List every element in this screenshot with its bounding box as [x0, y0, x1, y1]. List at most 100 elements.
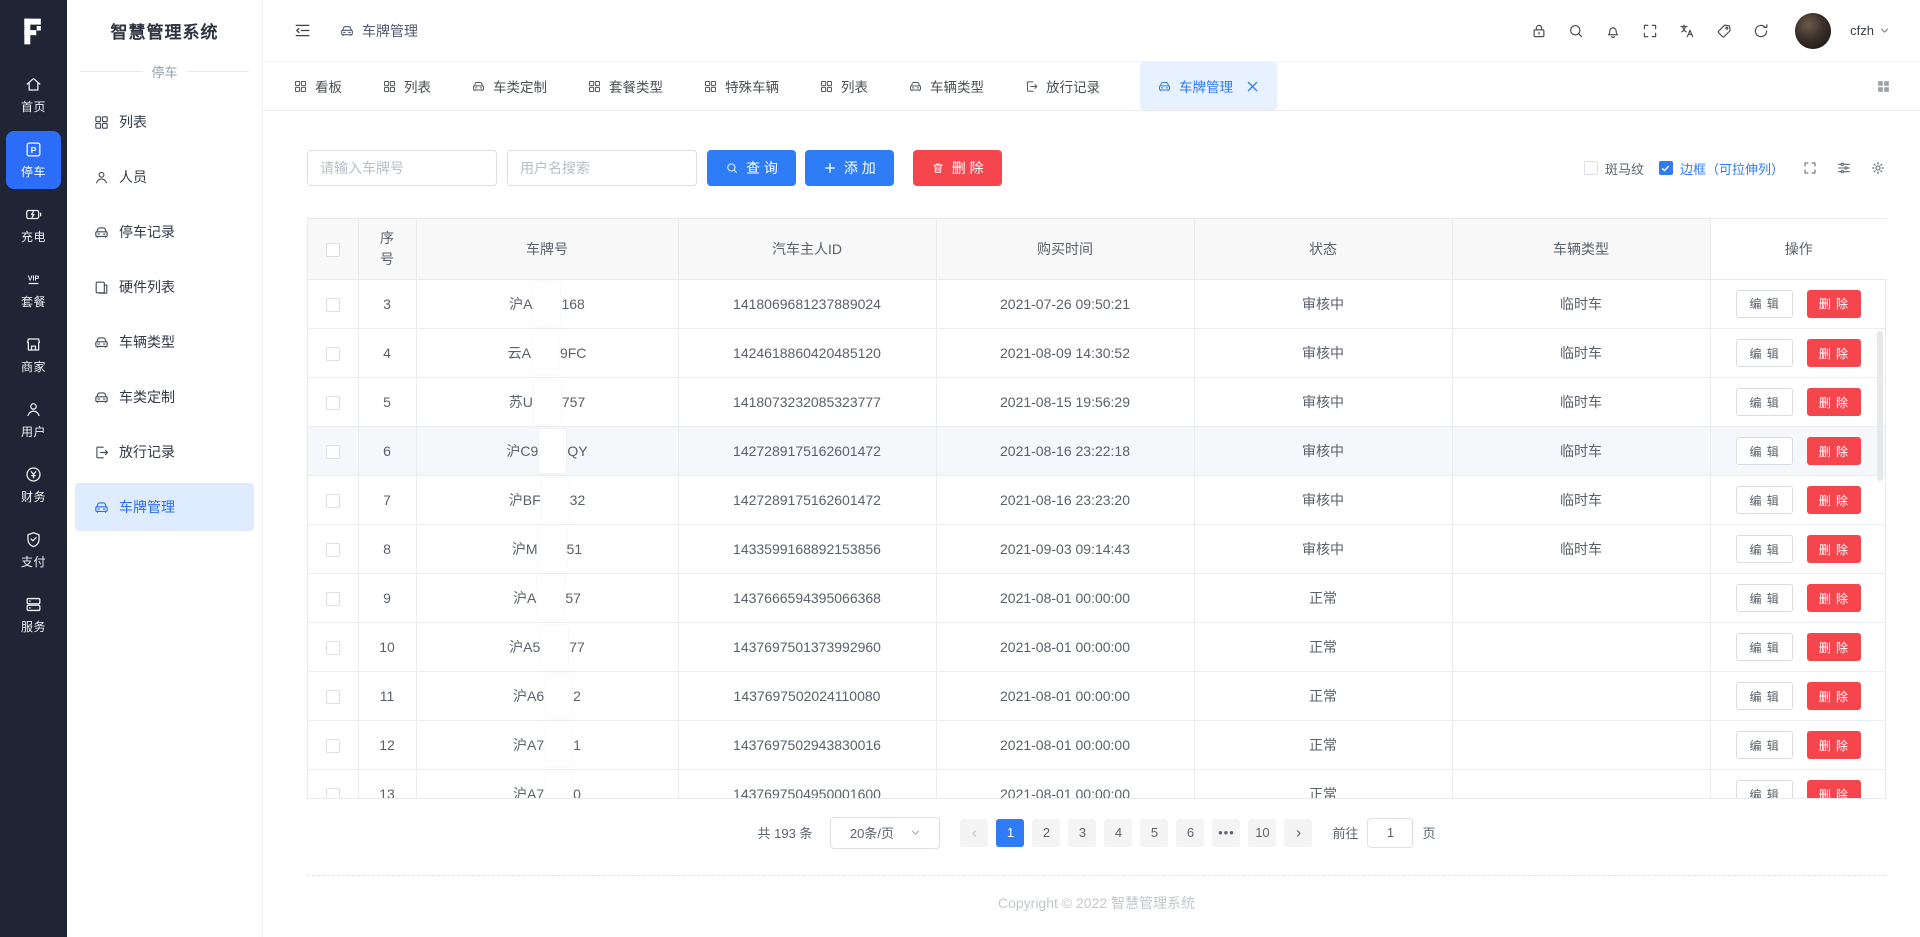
rail-item-pay[interactable]: 支付: [6, 521, 61, 579]
rail-item-home[interactable]: 首页: [6, 66, 61, 124]
sidebar-item-5[interactable]: 车辆类型: [75, 318, 254, 366]
column-settings-button[interactable]: [1836, 160, 1852, 176]
search-icon[interactable]: [1567, 22, 1585, 40]
row-checkbox[interactable]: [326, 298, 340, 312]
rail-item-service[interactable]: 服务: [6, 586, 61, 644]
delete-row-button[interactable]: 删 除: [1807, 584, 1861, 612]
next-page-button[interactable]: [1284, 819, 1312, 847]
sidebar-collapse-button[interactable]: [293, 21, 312, 40]
row-checkbox[interactable]: [326, 739, 340, 753]
delete-row-button[interactable]: 删 除: [1807, 339, 1861, 367]
edit-button[interactable]: 编 辑: [1736, 731, 1792, 759]
table-scrollbar[interactable]: [1877, 331, 1883, 481]
close-tab-icon[interactable]: [1245, 79, 1260, 94]
edit-button[interactable]: 编 辑: [1736, 486, 1792, 514]
sidebar-item-8[interactable]: 车牌管理: [75, 483, 254, 531]
delete-row-button[interactable]: 删 除: [1807, 535, 1861, 563]
delete-row-button[interactable]: 删 除: [1807, 682, 1861, 710]
sidebar-item-7[interactable]: 放行记录: [75, 428, 254, 476]
page-size-select[interactable]: 20条/页: [830, 817, 940, 849]
page-button-4[interactable]: 4: [1104, 819, 1132, 847]
row-checkbox[interactable]: [326, 494, 340, 508]
grid-icon: [382, 79, 397, 94]
edit-button[interactable]: 编 辑: [1736, 682, 1792, 710]
row-checkbox[interactable]: [326, 396, 340, 410]
page-button-5[interactable]: 5: [1140, 819, 1168, 847]
sidebar-item-4[interactable]: 硬件列表: [75, 263, 254, 311]
tab-9[interactable]: 车牌管理: [1140, 62, 1277, 110]
rail-item-person[interactable]: 用户: [6, 391, 61, 449]
more-pages-button[interactable]: •••: [1212, 819, 1240, 847]
rail-item-finance[interactable]: 财务: [6, 456, 61, 514]
sidebar-item-3[interactable]: 停车记录: [75, 208, 254, 256]
translate-icon[interactable]: [1678, 22, 1696, 40]
zebra-checkbox[interactable]: 斑马纹: [1584, 159, 1644, 178]
tab-5[interactable]: 特殊车辆: [703, 62, 779, 110]
border-checkbox[interactable]: 边框（可拉伸列）: [1659, 159, 1784, 178]
edit-button[interactable]: 编 辑: [1736, 290, 1792, 318]
edit-button[interactable]: 编 辑: [1736, 437, 1792, 465]
delete-row-button[interactable]: 删 除: [1807, 731, 1861, 759]
row-checkbox[interactable]: [326, 347, 340, 361]
edit-button[interactable]: 编 辑: [1736, 388, 1792, 416]
tab-4[interactable]: 套餐类型: [587, 62, 663, 110]
delete-row-button[interactable]: 删 除: [1807, 780, 1861, 798]
delete-row-button[interactable]: 删 除: [1807, 486, 1861, 514]
tab-6[interactable]: 列表: [819, 62, 868, 110]
col-owner-id: 汽车主人ID: [678, 219, 936, 279]
page-button-1[interactable]: 1: [996, 819, 1024, 847]
delete-button[interactable]: 删 除: [913, 150, 1002, 186]
rail-item-shop[interactable]: 商家: [6, 326, 61, 384]
row-checkbox[interactable]: [326, 445, 340, 459]
delete-row-button[interactable]: 删 除: [1807, 388, 1861, 416]
row-checkbox[interactable]: [326, 543, 340, 557]
car-icon: [93, 334, 110, 351]
page-button-2[interactable]: 2: [1032, 819, 1060, 847]
tab-8[interactable]: 放行记录: [1024, 62, 1100, 110]
search-button[interactable]: 查 询: [707, 150, 796, 186]
lock-icon[interactable]: [1530, 22, 1548, 40]
refresh-icon[interactable]: [1752, 22, 1770, 40]
tab-1[interactable]: 看板: [293, 62, 342, 110]
delete-row-button[interactable]: 删 除: [1807, 290, 1861, 318]
page-button-6[interactable]: 6: [1176, 819, 1204, 847]
select-all-checkbox[interactable]: [326, 243, 340, 257]
delete-row-button[interactable]: 删 除: [1807, 633, 1861, 661]
tab-7[interactable]: 车辆类型: [908, 62, 984, 110]
prev-page-button[interactable]: [960, 819, 988, 847]
tab-2[interactable]: 列表: [382, 62, 431, 110]
edit-button[interactable]: 编 辑: [1736, 339, 1792, 367]
sidebar-item-2[interactable]: 人员: [75, 153, 254, 201]
username-search-input[interactable]: [507, 150, 697, 186]
gear-icon[interactable]: [1870, 160, 1886, 176]
rail-item-vip[interactable]: VIP 套餐: [6, 261, 61, 319]
row-checkbox[interactable]: [326, 641, 340, 655]
user-avatar[interactable]: [1795, 13, 1831, 49]
page-button-3[interactable]: 3: [1068, 819, 1096, 847]
censor-box: [534, 380, 561, 424]
edit-button[interactable]: 编 辑: [1736, 584, 1792, 612]
plate-search-input[interactable]: [307, 150, 497, 186]
tab-3[interactable]: 车类定制: [471, 62, 547, 110]
sidebar-item-1[interactable]: 列表: [75, 98, 254, 146]
edit-button[interactable]: 编 辑: [1736, 633, 1792, 661]
row-checkbox[interactable]: [326, 788, 340, 797]
user-menu[interactable]: cfzh: [1850, 23, 1890, 38]
tabs-overview-button[interactable]: [1875, 78, 1892, 95]
add-button[interactable]: 添 加: [805, 150, 894, 186]
table-fullscreen-button[interactable]: [1802, 160, 1818, 176]
breadcrumb: 车牌管理: [339, 21, 418, 41]
rail-item-charge[interactable]: 充电: [6, 196, 61, 254]
tag-icon[interactable]: [1715, 22, 1733, 40]
edit-button[interactable]: 编 辑: [1736, 780, 1792, 798]
row-checkbox[interactable]: [326, 690, 340, 704]
goto-page-input[interactable]: [1367, 818, 1413, 848]
rail-item-parking[interactable]: P 停车: [6, 131, 61, 189]
sidebar-item-6[interactable]: 车类定制: [75, 373, 254, 421]
delete-row-button[interactable]: 删 除: [1807, 437, 1861, 465]
page-button-10[interactable]: 10: [1248, 819, 1276, 847]
bell-icon[interactable]: [1604, 22, 1622, 40]
edit-button[interactable]: 编 辑: [1736, 535, 1792, 563]
row-checkbox[interactable]: [326, 592, 340, 606]
fullscreen-icon[interactable]: [1641, 22, 1659, 40]
